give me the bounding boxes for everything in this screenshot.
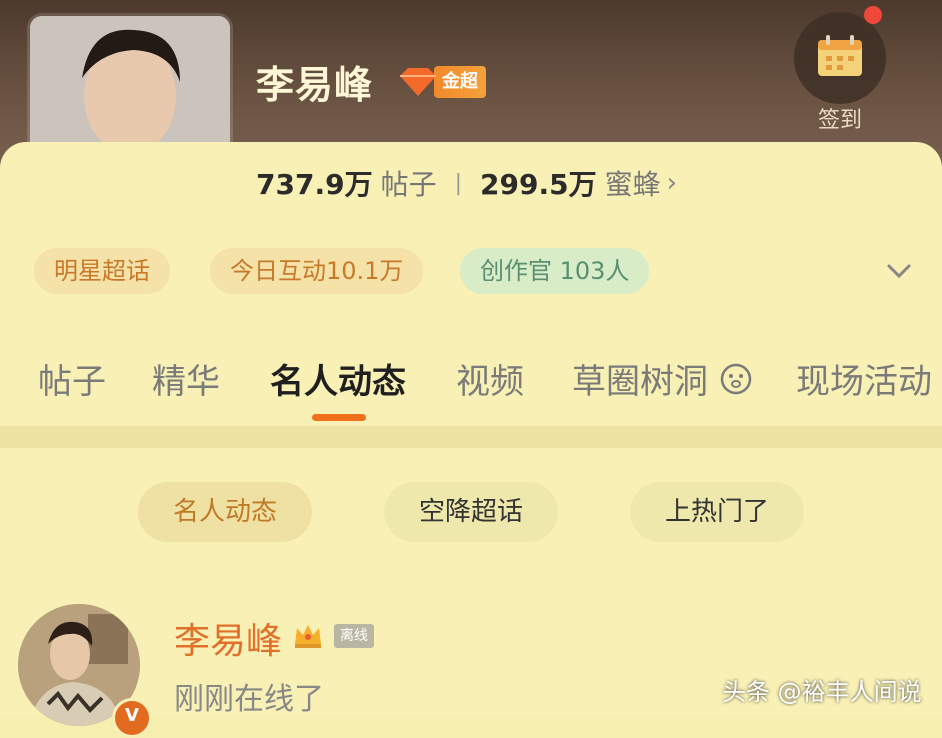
chevron-right-icon: › xyxy=(666,168,678,198)
verified-badge: V xyxy=(112,698,152,738)
tab-celebrity-updates[interactable]: 名人动态 xyxy=(270,354,406,403)
fans-count: 299.5万 xyxy=(480,168,597,201)
stats-row[interactable]: 737.9万 帖子 | 299.5万 蜜蜂 › xyxy=(256,163,677,203)
watermark: 头条 @裕丰人间说 xyxy=(722,678,922,706)
post-text: 刚刚在线了 xyxy=(174,682,324,717)
status-badge: 离线 xyxy=(334,624,374,648)
posts-label: 帖子 xyxy=(380,168,437,201)
level-badge-label: 金超 xyxy=(434,66,486,98)
profile-name: 李易峰 xyxy=(256,63,374,107)
tab-featured[interactable]: 精华 xyxy=(152,354,220,403)
crown-icon xyxy=(292,620,324,650)
tag-category[interactable]: 明星超话 xyxy=(34,248,170,294)
checkin-button[interactable] xyxy=(794,12,886,104)
ghost-icon xyxy=(719,362,753,405)
tab-posts[interactable]: 帖子 xyxy=(38,354,106,403)
subtab-celebrity-updates[interactable]: 名人动态 xyxy=(138,482,312,542)
level-badge[interactable]: 金超 xyxy=(396,66,486,98)
tab-bar: 帖子 精华 名人动态 视频 草圈树洞 现场活动 xyxy=(0,354,942,414)
subtab-trending[interactable]: 上热门了 xyxy=(630,482,804,542)
post-author-name[interactable]: 李易峰 xyxy=(174,612,282,664)
diamond-icon xyxy=(396,66,440,98)
tab-videos[interactable]: 视频 xyxy=(456,354,524,403)
stats-separator: | xyxy=(454,170,463,196)
subtab-airdrop[interactable]: 空降超话 xyxy=(384,482,558,542)
calendar-icon xyxy=(816,34,864,82)
tag-creators[interactable]: 创作官 103人 xyxy=(460,248,650,294)
active-tab-indicator xyxy=(312,414,366,421)
checkin-label: 签到 xyxy=(818,108,863,133)
chevron-down-icon[interactable] xyxy=(884,256,914,286)
tab-treehole-label: 草圈树洞 xyxy=(572,362,708,402)
tab-treehole[interactable]: 草圈树洞 xyxy=(572,354,753,405)
fans-label: 蜜蜂 xyxy=(604,168,661,201)
posts-count: 737.9万 xyxy=(256,168,373,201)
tab-live-events[interactable]: 现场活动 xyxy=(796,354,932,403)
section-divider xyxy=(0,426,942,448)
tag-interaction[interactable]: 今日互动10.1万 xyxy=(210,248,424,294)
notification-dot xyxy=(864,6,882,24)
